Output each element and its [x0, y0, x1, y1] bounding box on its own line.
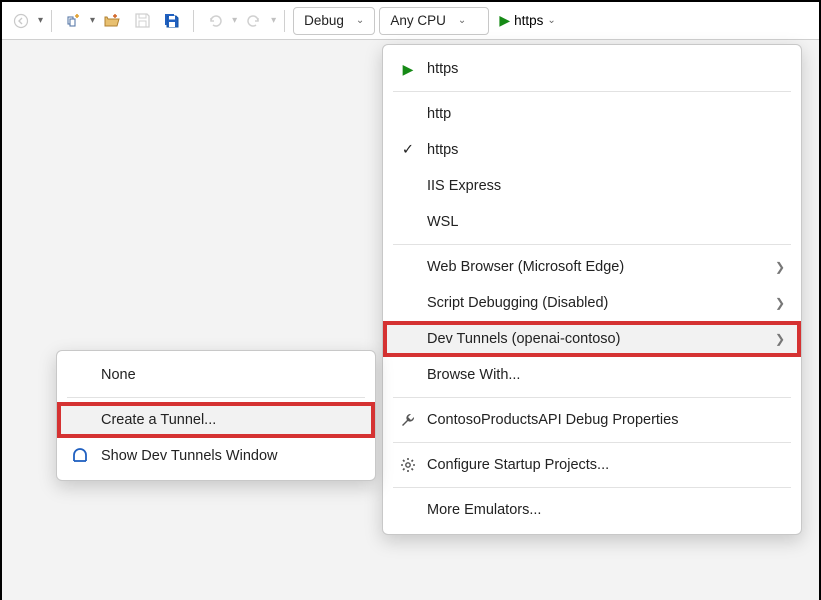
menu-label: ContosoProductsAPI Debug Properties — [427, 412, 678, 428]
content-area: ▶ https http ✓ https IIS Express WSL Web… — [2, 40, 819, 600]
nav-back-chevron-icon: ▾ — [38, 15, 43, 26]
menu-item-debug-properties[interactable]: ContosoProductsAPI Debug Properties — [383, 402, 801, 438]
menu-label: Configure Startup Projects... — [427, 457, 609, 473]
menu-item-configure-startup[interactable]: Configure Startup Projects... — [383, 447, 801, 483]
dropdown-separator — [393, 397, 791, 398]
chevron-right-icon: ❯ — [775, 260, 785, 274]
menu-label: http — [427, 106, 451, 122]
tunnel-icon — [69, 447, 91, 465]
toolbar-separator — [284, 10, 285, 32]
main-toolbar: ▾ ▾ ▾ ▾ Debug ⌄ — [2, 2, 819, 40]
menu-label: Create a Tunnel... — [101, 412, 216, 428]
submenu-item-create-tunnel[interactable]: Create a Tunnel... — [57, 402, 375, 438]
new-item-chevron-icon: ▾ — [90, 15, 95, 26]
run-target-dropdown: ▶ https http ✓ https IIS Express WSL Web… — [382, 44, 802, 535]
dropdown-separator — [393, 442, 791, 443]
check-icon: ✓ — [397, 142, 419, 158]
menu-item-dev-tunnels[interactable]: Dev Tunnels (openai-contoso) ❯ — [383, 321, 801, 357]
dropdown-separator — [393, 244, 791, 245]
chevron-right-icon: ❯ — [775, 332, 785, 346]
menu-label: IIS Express — [427, 178, 501, 194]
submenu-item-show-window[interactable]: Show Dev Tunnels Window — [57, 438, 375, 474]
configuration-label: Debug — [304, 13, 344, 28]
submenu-separator — [67, 397, 365, 398]
gear-icon — [397, 457, 419, 473]
toolbar-separator — [193, 10, 194, 32]
wrench-icon — [397, 412, 419, 428]
menu-label: Dev Tunnels (openai-contoso) — [427, 331, 620, 347]
undo-chevron-icon: ▾ — [232, 15, 237, 26]
play-icon: ▶ — [499, 12, 510, 29]
menu-item-script-debugging[interactable]: Script Debugging (Disabled) ❯ — [383, 285, 801, 321]
save-all-button[interactable] — [159, 8, 185, 34]
menu-item-iis-express[interactable]: IIS Express — [383, 168, 801, 204]
menu-item-http[interactable]: http — [383, 96, 801, 132]
menu-item-web-browser[interactable]: Web Browser (Microsoft Edge) ❯ — [383, 249, 801, 285]
chevron-down-icon: ⌄ — [356, 15, 364, 26]
menu-label: Browse With... — [427, 367, 520, 383]
menu-item-more-emulators[interactable]: More Emulators... — [383, 492, 801, 528]
save-button — [129, 8, 155, 34]
submenu-item-none[interactable]: None — [57, 357, 375, 393]
toolbar-separator — [51, 10, 52, 32]
menu-label: Web Browser (Microsoft Edge) — [427, 259, 624, 275]
new-item-button[interactable] — [60, 8, 86, 34]
menu-item-https[interactable]: ✓ https — [383, 132, 801, 168]
menu-label: Script Debugging (Disabled) — [427, 295, 608, 311]
run-button[interactable]: ▶ https ⌄ — [493, 7, 561, 35]
dropdown-separator — [393, 91, 791, 92]
menu-item-browse-with[interactable]: Browse With... — [383, 357, 801, 393]
platform-label: Any CPU — [390, 13, 446, 28]
menu-item-wsl[interactable]: WSL — [383, 204, 801, 240]
menu-label: https — [427, 142, 458, 158]
configuration-combo[interactable]: Debug ⌄ — [293, 7, 375, 35]
play-icon: ▶ — [397, 61, 419, 78]
undo-button — [202, 8, 228, 34]
menu-item-https-run[interactable]: ▶ https — [383, 51, 801, 87]
menu-label: More Emulators... — [427, 502, 541, 518]
menu-label: https — [427, 61, 458, 77]
redo-chevron-icon: ▾ — [271, 15, 276, 26]
nav-back-button — [8, 8, 34, 34]
redo-button — [241, 8, 267, 34]
chevron-down-icon: ⌄ — [458, 15, 466, 26]
dev-tunnels-submenu: None Create a Tunnel... Show Dev Tunnels… — [56, 350, 376, 481]
menu-label: Show Dev Tunnels Window — [101, 448, 278, 464]
chevron-down-icon: ⌄ — [547, 15, 555, 26]
platform-combo[interactable]: Any CPU ⌄ — [379, 7, 489, 35]
dropdown-separator — [393, 487, 791, 488]
menu-label: None — [101, 367, 136, 383]
run-label: https — [514, 13, 543, 28]
menu-label: WSL — [427, 214, 458, 230]
chevron-right-icon: ❯ — [775, 296, 785, 310]
open-button[interactable] — [99, 8, 125, 34]
